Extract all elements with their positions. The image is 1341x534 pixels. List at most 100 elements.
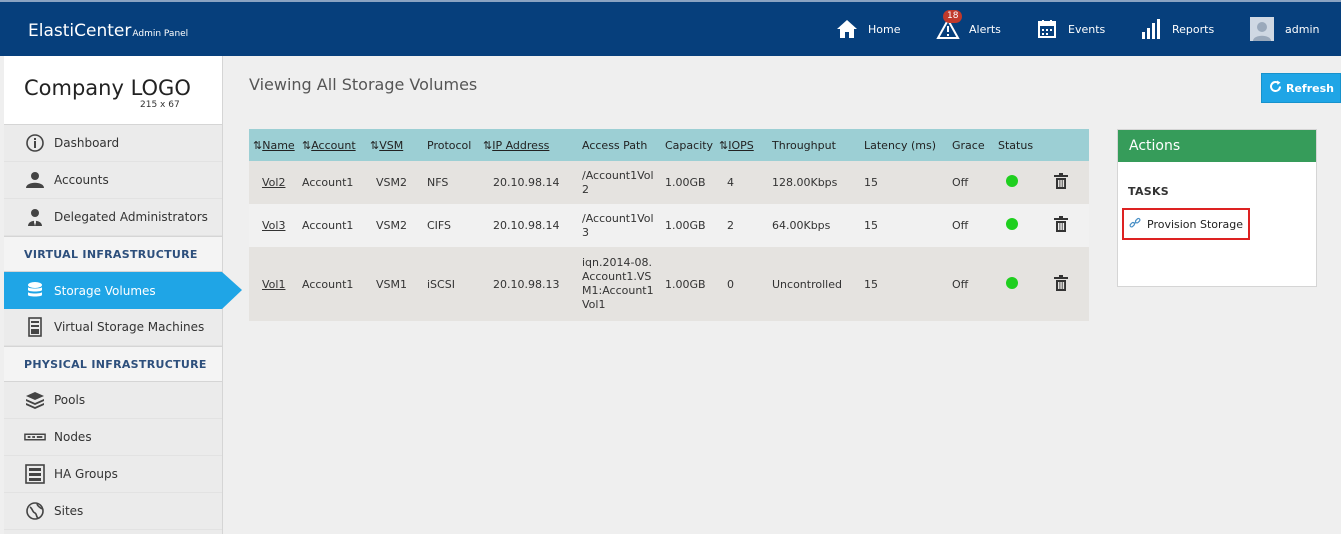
user-avatar-icon bbox=[1250, 17, 1274, 41]
col-ip-address[interactable]: ⇅IP Address bbox=[479, 129, 578, 161]
cell-account: Account1 bbox=[298, 247, 366, 321]
sidebar-item-storage-volumes[interactable]: Storage Volumes bbox=[4, 272, 242, 309]
col-capacity: Capacity bbox=[661, 129, 715, 161]
access-path-line: M1:Account1 bbox=[582, 284, 654, 297]
cell-iops: 0 bbox=[715, 247, 768, 321]
sidebar-item-label: Sites bbox=[54, 504, 84, 518]
volume-name-link[interactable]: Vol1 bbox=[262, 278, 285, 291]
avatar bbox=[1249, 16, 1275, 42]
cell-grace: Off bbox=[948, 161, 994, 204]
sidebar: Company LOGO 215 x 67 Dashboard Accounts… bbox=[4, 56, 242, 534]
col-protocol: Protocol bbox=[423, 129, 479, 161]
server-icon bbox=[24, 316, 46, 338]
cell-ip: 20.10.98.14 bbox=[479, 161, 578, 204]
volume-name-link[interactable]: Vol3 bbox=[262, 219, 285, 232]
logo-text: Company LOGO bbox=[24, 76, 191, 100]
sidebar-item-pools[interactable]: Pools bbox=[4, 382, 222, 419]
cell-protocol: NFS bbox=[423, 161, 479, 204]
brand-subtitle: Admin Panel bbox=[132, 29, 189, 39]
warning-icon: 18 bbox=[935, 10, 963, 42]
cell-iops: 4 bbox=[715, 161, 768, 204]
col-iops-label: IOPS bbox=[728, 138, 754, 152]
sidebar-item-dashboard[interactable]: Dashboard bbox=[4, 125, 222, 162]
company-logo: Company LOGO 215 x 67 bbox=[4, 56, 222, 125]
table-row: Vol1 Account1 VSM1 iSCSI 20.10.98.13 iqn… bbox=[249, 247, 1089, 321]
cell-capacity: 1.00GB bbox=[661, 161, 715, 204]
cell-throughput: Uncontrolled bbox=[768, 247, 860, 321]
sidebar-item-virtual-storage-machines[interactable]: Virtual Storage Machines bbox=[4, 309, 222, 346]
cell-ip: 20.10.98.13 bbox=[479, 247, 578, 321]
cell-capacity: 1.00GB bbox=[661, 247, 715, 321]
user-icon bbox=[24, 169, 46, 191]
sidebar-item-ha-groups[interactable]: HA Groups bbox=[4, 456, 222, 493]
col-actions bbox=[1050, 129, 1089, 161]
actions-panel: Actions TASKS Provision Storage bbox=[1117, 129, 1317, 287]
sidebar-item-label: Virtual Storage Machines bbox=[54, 320, 205, 334]
brand-name: ElastiCenter bbox=[28, 21, 132, 41]
sidebar-item-sites[interactable]: Sites bbox=[4, 493, 222, 530]
access-path-line: /Account1Vol bbox=[582, 211, 654, 225]
status-ok-icon bbox=[1006, 175, 1018, 187]
sort-icon: ⇅ bbox=[719, 138, 729, 152]
sidebar-item-delegated-admins[interactable]: Delegated Administrators bbox=[4, 199, 222, 236]
cell-iops: 2 bbox=[715, 204, 768, 247]
nav-alerts[interactable]: 18 Alerts bbox=[935, 10, 1001, 44]
nav-events-label: Events bbox=[1068, 22, 1106, 36]
trash-icon[interactable] bbox=[1054, 216, 1068, 235]
top-header: ElastiCenterAdmin Panel Home 18 Alerts E… bbox=[0, 0, 1341, 56]
col-iops[interactable]: ⇅IOPS bbox=[715, 129, 768, 161]
sort-icon: ⇅ bbox=[370, 138, 380, 152]
status-ok-icon bbox=[1006, 276, 1018, 289]
provision-storage-link[interactable]: Provision Storage bbox=[1122, 208, 1250, 240]
sidebar-item-nodes[interactable]: Nodes bbox=[4, 419, 222, 456]
cell-status bbox=[994, 247, 1050, 321]
link-icon bbox=[1129, 217, 1141, 232]
nav-user[interactable]: admin bbox=[1249, 14, 1319, 44]
rack-icon bbox=[24, 463, 46, 485]
cell-grace: Off bbox=[948, 204, 994, 247]
refresh-button[interactable]: Refresh bbox=[1261, 73, 1341, 103]
logo-size: 215 x 67 bbox=[140, 100, 180, 110]
trash-icon[interactable] bbox=[1054, 274, 1068, 294]
volume-name-link[interactable]: Vol2 bbox=[262, 176, 285, 189]
sidebar-item-label: Storage Volumes bbox=[54, 283, 156, 298]
cell-latency: 15 bbox=[860, 247, 948, 321]
nav-home[interactable]: Home bbox=[834, 14, 900, 44]
nav-home-label: Home bbox=[868, 22, 901, 36]
col-vsm-label: VSM bbox=[379, 138, 404, 152]
col-name[interactable]: ⇅Name bbox=[249, 129, 298, 161]
cell-vsm: VSM2 bbox=[366, 161, 423, 204]
cell-latency: 15 bbox=[860, 204, 948, 247]
cell-access-path: iqn.2014-08. Account1.VS M1:Account1 Vol1 bbox=[578, 247, 661, 321]
cell-status bbox=[994, 204, 1050, 247]
col-account[interactable]: ⇅Account bbox=[298, 129, 366, 161]
nav-events[interactable]: Events bbox=[1034, 14, 1105, 44]
refresh-icon bbox=[1269, 80, 1282, 97]
access-path-line: 3 bbox=[582, 225, 589, 239]
bar-chart-icon bbox=[1138, 16, 1164, 42]
cell-protocol: iSCSI bbox=[423, 247, 479, 321]
cell-ip: 20.10.98.14 bbox=[479, 204, 578, 247]
sidebar-item-accounts[interactable]: Accounts bbox=[4, 162, 222, 199]
dashboard-icon bbox=[24, 132, 46, 154]
calendar-icon bbox=[1034, 16, 1060, 42]
sort-icon: ⇅ bbox=[483, 138, 493, 152]
cell-throughput: 64.00Kbps bbox=[768, 204, 860, 247]
col-latency: Latency (ms) bbox=[860, 129, 948, 161]
nav-reports-label: Reports bbox=[1172, 22, 1215, 36]
refresh-label: Refresh bbox=[1286, 81, 1334, 95]
col-vsm[interactable]: ⇅VSM bbox=[366, 129, 423, 161]
home-icon bbox=[834, 16, 860, 42]
cell-grace: Off bbox=[948, 247, 994, 321]
access-path-line: Vol1 bbox=[582, 298, 606, 311]
cell-delete bbox=[1050, 161, 1089, 204]
cell-protocol: CIFS bbox=[423, 204, 479, 247]
col-ip-label: IP Address bbox=[492, 138, 550, 152]
trash-icon[interactable] bbox=[1054, 173, 1068, 192]
app-brand[interactable]: ElastiCenterAdmin Panel bbox=[28, 21, 188, 41]
cell-vsm: VSM1 bbox=[366, 247, 423, 321]
nav-reports[interactable]: Reports bbox=[1138, 14, 1214, 44]
tasks-label: TASKS bbox=[1128, 185, 1170, 198]
table-row: Vol3 Account1 VSM2 CIFS 20.10.98.14 /Acc… bbox=[249, 204, 1089, 247]
cell-delete bbox=[1050, 247, 1089, 321]
